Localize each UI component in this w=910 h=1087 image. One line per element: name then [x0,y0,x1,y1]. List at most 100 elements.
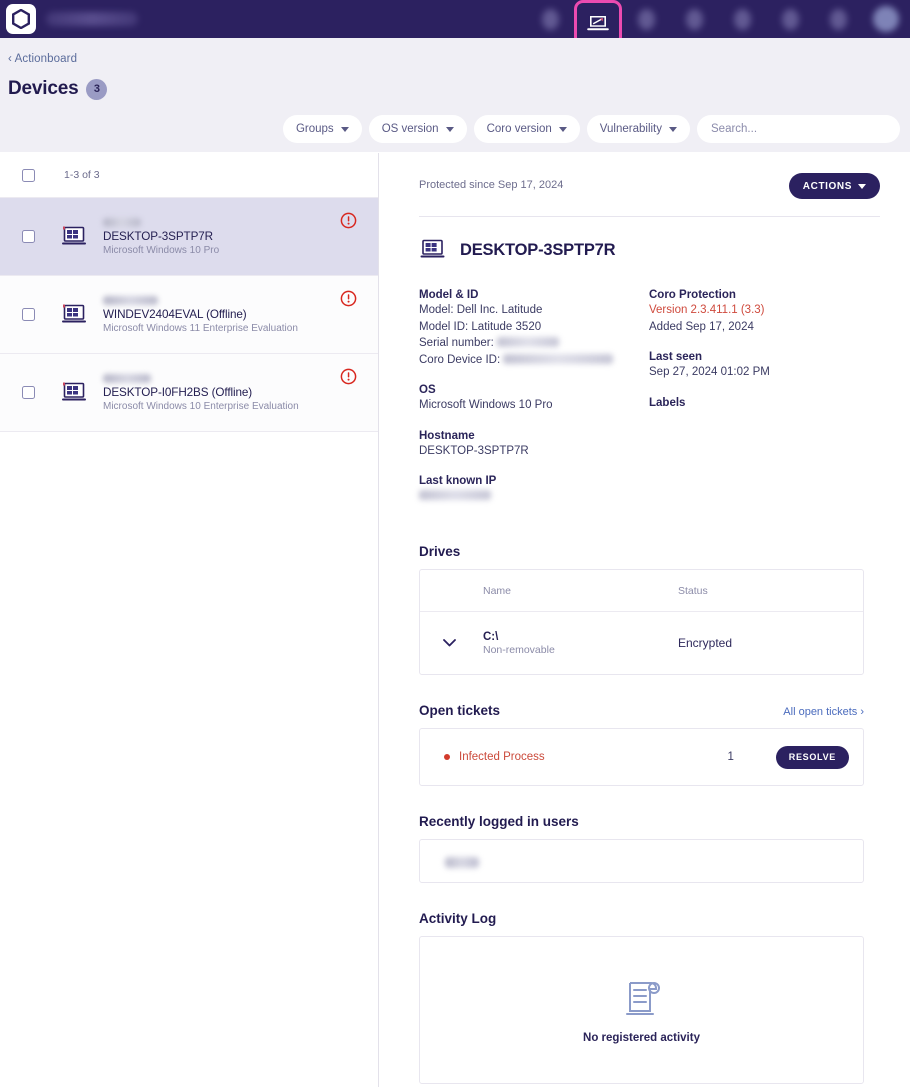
row-checkbox[interactable] [22,386,35,399]
nav-icon-avatar[interactable] [862,0,910,38]
device-info: DESKTOP-3SPTP7R Microsoft Windows 10 Pro [103,217,219,256]
coro-protection-heading: Coro Protection [649,289,736,301]
device-list-item-desktop-3sptp7r[interactable]: DESKTOP-3SPTP7R Microsoft Windows 10 Pro [0,198,378,276]
recent-users-section: Recently logged in users [380,814,910,883]
info-column-left: Model & ID Model: Dell Inc. Latitude Mod… [419,289,649,516]
activity-log-heading: Activity Log [419,911,497,926]
alert-icon[interactable] [340,368,357,385]
nav-icon-3-glyph [637,8,655,30]
page-header: ‹ Actionboard Devices 3 Groups OS versio… [0,38,910,152]
last-seen-group: Last seen Sep 27, 2024 01:02 PM [649,351,879,381]
select-all-checkbox[interactable] [22,168,35,182]
filter-coro-version-label: Coro version [486,123,552,135]
filter-os-version[interactable]: OS version [368,115,467,143]
activity-log-empty-state: No registered activity [419,936,864,1084]
alert-icon[interactable] [340,290,357,307]
ticket-name: Infected Process [459,751,545,763]
device-name: DESKTOP-I0FH2BS (Offline) [103,385,253,399]
filter-coro-version[interactable]: Coro version [473,115,580,143]
coro-protection-added: Added Sep 17, 2024 [649,320,754,333]
nav-icon-5-glyph [733,8,751,30]
open-tickets-section: Open tickets All open tickets › Infected… [380,703,910,786]
filter-groups-label: Groups [295,123,334,135]
laptop-icon [587,14,609,31]
laptop-icon [62,226,86,244]
drive-row[interactable]: C:\ Non-removable Encrypted [420,612,863,674]
laptop-icon [62,382,86,400]
row-checkbox[interactable] [22,308,35,321]
nav-icon-group [526,0,910,46]
expand-drive-button[interactable] [438,639,460,647]
os-group: OS Microsoft Windows 10 Pro [419,384,649,414]
avatar [873,6,899,32]
model-value: Model: Dell Inc. Latitude [419,304,543,316]
resolve-button[interactable]: RESOLVE [775,745,849,769]
protected-since-label: Protected since Sep 17, 2024 [419,179,564,191]
os-heading: OS [419,384,436,396]
device-list-item-windev2404eval[interactable]: WINDEV2404EVAL (Offline) Microsoft Windo… [0,276,378,354]
last-known-ip-group: Last known IP [419,475,649,500]
labels-group: Labels [649,397,879,409]
search-box[interactable] [697,115,900,143]
open-tickets-header-row: Open tickets All open tickets › [419,703,864,718]
filter-groups[interactable]: Groups [282,115,362,143]
device-name: WINDEV2404EVAL (Offline) [103,307,247,321]
device-list-panel: 1-3 of 3 DESKTOP-3SPTP7R Microsoft Windo… [0,153,379,1087]
model-id-heading: Model & ID [419,289,479,301]
drives-col-status: Status [678,584,708,597]
filter-vulnerability[interactable]: Vulnerability [586,115,690,143]
all-open-tickets-link[interactable]: All open tickets › [783,706,864,718]
ticket-count: 1 [727,751,734,763]
hostname-group: Hostname DESKTOP-3SPTP7R [419,430,649,460]
device-info: WINDEV2404EVAL (Offline) Microsoft Windo… [103,295,298,334]
info-column-right: Coro Protection Version 2.3.411.1 (3.3) … [649,289,879,516]
nav-icon-4[interactable] [670,0,718,38]
chevron-down-icon [858,183,866,189]
laptop-icon [62,304,86,322]
chevron-down-icon [558,126,567,132]
breadcrumb[interactable]: ‹ Actionboard [8,53,77,65]
last-seen-heading: Last seen [649,351,703,363]
chevron-down-icon [340,126,349,132]
device-user-blurred [103,295,158,305]
model-and-id-group: Model & ID Model: Dell Inc. Latitude Mod… [419,289,649,368]
coro-device-id-label: Coro Device ID: [419,353,501,366]
laptop-icon [420,239,445,258]
device-os: Microsoft Windows 10 Enterprise Evaluati… [103,400,299,412]
result-range-label: 1-3 of 3 [64,169,100,181]
nav-icon-1[interactable] [526,0,574,38]
actions-button[interactable]: ACTIONS [788,173,880,199]
nav-icon-5[interactable] [718,0,766,38]
coro-logo[interactable] [6,4,36,34]
page-title: Devices [8,78,79,99]
recent-user-blurred [445,857,479,868]
nav-icon-7[interactable] [814,0,862,38]
page-title-row: Devices 3 [8,78,108,100]
drive-type: Non-removable [483,643,555,656]
last-known-ip-heading: Last known IP [419,475,497,487]
filter-bar: Groups OS version Coro version Vulnerabi… [282,115,900,143]
nav-icon-6-glyph [781,8,799,30]
device-os: Microsoft Windows 11 Enterprise Evaluati… [103,322,298,334]
search-input[interactable] [711,123,886,135]
open-tickets-heading: Open tickets [419,703,501,718]
alert-icon[interactable] [340,212,357,229]
hostname-heading: Hostname [419,429,475,442]
serial-number-label: Serial number: [419,337,494,349]
drives-table-header: Name Status [420,570,863,612]
nav-icon-1-glyph [541,8,559,30]
drives-col-name: Name [483,584,512,597]
last-seen-value: Sep 27, 2024 01:02 PM [649,366,770,378]
drive-name-cell: C:\ Non-removable [483,631,678,656]
nav-icon-3[interactable] [622,0,670,38]
row-checkbox[interactable] [22,230,35,243]
nav-icon-6[interactable] [766,0,814,38]
coro-protection-group: Coro Protection Version 2.3.411.1 (3.3) … [649,289,879,335]
ticket-status-dot-icon [444,754,450,760]
ticket-row[interactable]: Infected Process 1 RESOLVE [420,729,863,785]
recent-users-list [419,839,864,883]
nav-icon-4-glyph [685,8,703,30]
filter-os-version-label: OS version [381,123,439,135]
device-list-item-desktop-i0fh2bs[interactable]: DESKTOP-I0FH2BS (Offline) Microsoft Wind… [0,354,378,432]
hexagon-logo-icon [12,9,30,29]
